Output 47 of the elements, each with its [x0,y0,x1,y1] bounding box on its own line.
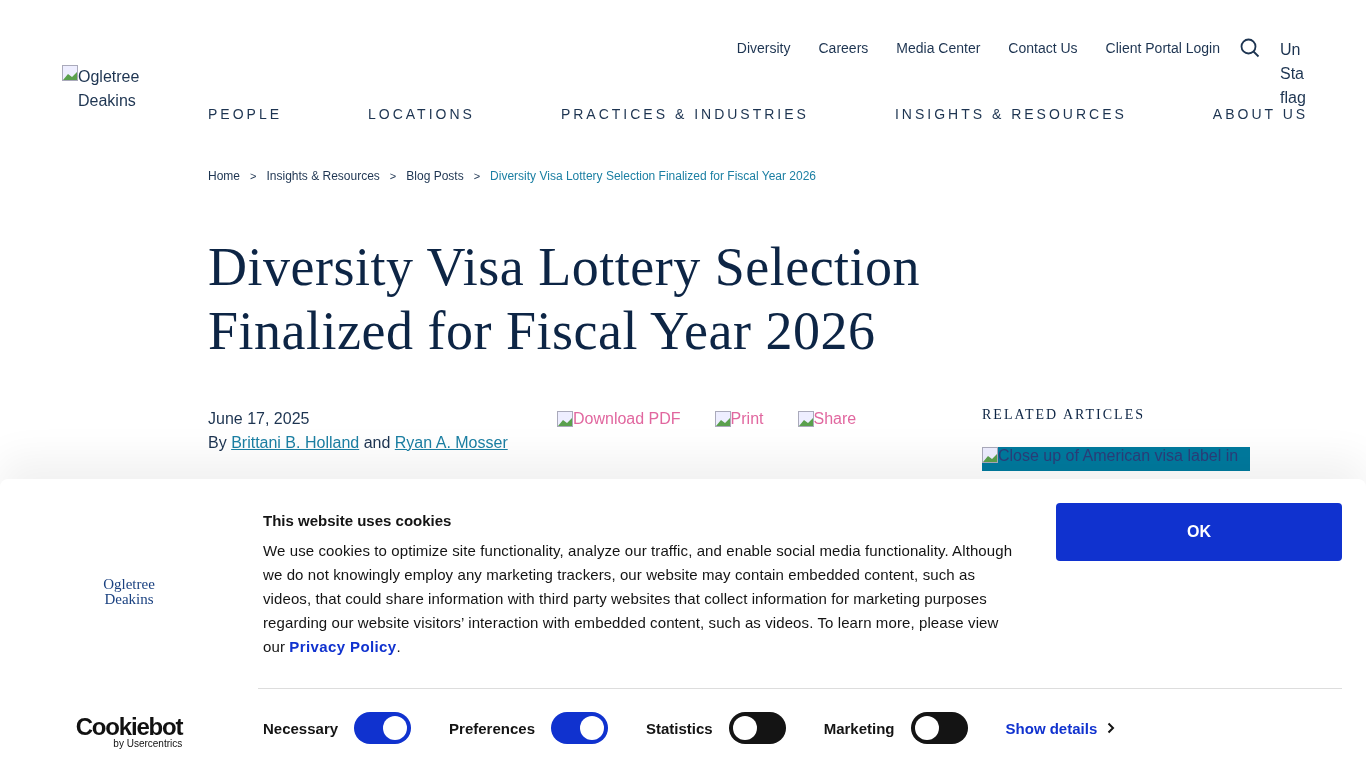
privacy-policy-link[interactable]: Privacy Policy [289,638,397,655]
toggle-switch[interactable] [551,712,608,744]
author-link[interactable]: Ryan A. Mosser [394,434,508,451]
logo-alt-text[interactable]: Ogletree Deakins [62,65,208,138]
cookiebot-logo: Cookiebot by Usercentrics [75,715,183,749]
nav-item[interactable]: LOCATIONS [368,106,475,122]
byline-text: By [208,434,228,451]
ok-button[interactable]: OK [1056,503,1342,561]
broken-image-icon [982,447,998,463]
broken-image-icon [62,65,78,81]
toggle-switch[interactable] [728,712,786,744]
top-link[interactable]: Careers [818,38,869,58]
breadcrumb-link[interactable]: Insights & Resources [266,169,380,183]
toggle-switch[interactable] [354,712,412,744]
top-link[interactable]: Diversity [736,38,791,58]
nav-item[interactable]: ABOUT US [1212,106,1309,122]
banner-logo: Ogletree Deakins [103,577,155,607]
top-link[interactable]: Media Center [896,38,981,58]
top-link[interactable]: Contact Us [1008,38,1078,58]
toggle-label: Marketing [823,719,895,737]
breadcrumb-separator: > [473,170,481,182]
toggle-label: Statistics [646,719,713,737]
article-date: June 17, 2025 [208,409,311,429]
chevron-icon [1107,722,1116,734]
nav-item[interactable]: PRACTICES & INDUSTRIES [560,106,809,122]
related-heading: RELATED ARTICLES [982,407,1146,423]
author-link[interactable]: Brittani B. Holland [231,434,360,451]
breadcrumb-link[interactable]: Diversity Visa Lottery Selection Finalized for Fiscal Year 2026 [490,169,817,183]
top-link[interactable]: Client Portal Login [1105,38,1220,58]
breadcrumb-separator: > [389,170,397,182]
breadcrumb-link[interactable]: Home [208,169,240,183]
byline-text: and [362,434,392,451]
toggle-label: Necessary [263,719,339,737]
search-icon[interactable] [1240,38,1260,58]
nav-item[interactable]: INSIGHTS & RESOURCES [894,106,1127,122]
broken-image-icon [714,411,731,427]
nav-item[interactable]: PEOPLE [208,106,283,122]
banner-title: This website uses cookies [263,512,453,529]
breadcrumb-link[interactable]: Blog Posts [406,169,464,183]
broken-image-icon [797,411,814,427]
toggle-label: Preferences [449,719,535,737]
toggle-switch[interactable] [910,712,968,744]
broken-image-icon [557,411,573,427]
banner-text: We use cookies to optimize site functionality, analyze our traffic, and enable social media functionality. Although we do not knowingly employ any marketing trackers, our website may contain embedded content, such as videos, that could share information with third party websites that collect information for marketing purposes regarding our website visitors’ interaction with embedded content, such as videos. To learn more, please view our Privacy Policy. [263,541,1013,657]
article-title: Diversity Visa Lottery Selection Finalized for Fiscal Year 2026 [208,236,922,363]
show-details-link[interactable]: Show details [1005,719,1116,737]
breadcrumb-separator: > [250,170,257,182]
